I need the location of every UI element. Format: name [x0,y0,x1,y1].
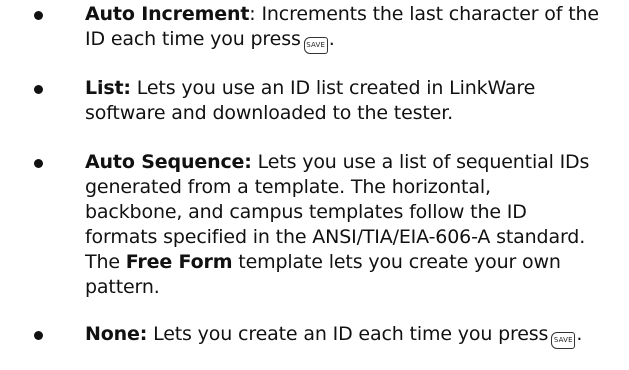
item-description: Lets you use a list of sequential IDs [251,151,590,173]
item-description: Lets you create an ID each time you pres… [147,323,549,345]
bullet-icon [34,85,43,94]
item-term-inline: Free Form [125,251,233,273]
save-key-icon: SAVE [303,37,328,54]
item-description: software and downloaded to the tester. [85,102,454,124]
save-key-icon: SAVE [551,332,576,349]
item-description: template lets you create your own [232,251,561,273]
item-term: Auto Sequence: [85,151,252,173]
item-term: Auto Increment [85,3,250,25]
item-description: formats specified in the ANSI/TIA/EIA-60… [85,226,586,248]
bullet-list: Auto Increment: Increments the last char… [0,0,629,370]
item-description: : Increments the last character of the [249,3,599,25]
item-text: None: Lets you create an ID each time yo… [85,322,629,349]
item-description: Lets you use an ID list created in LinkW… [130,77,536,99]
item-term: None: [85,323,148,345]
item-description: generated from a template. The horizonta… [85,176,491,198]
item-description: pattern. [85,276,160,298]
item-description: The [85,251,126,273]
bullet-icon [34,331,43,340]
item-punctuation: . [328,28,335,50]
bullet-icon [34,11,43,20]
item-description: ID each time you press [85,28,301,50]
item-term: List: [85,77,131,99]
item-description: backbone, and campus templates follow th… [85,201,527,223]
item-text: Auto Increment: Increments the last char… [85,2,629,54]
item-text: List: Lets you use an ID list created in… [85,76,629,126]
item-punctuation: . [576,323,583,345]
item-text: Auto Sequence: Lets you use a list of se… [85,150,629,300]
bullet-icon [34,159,43,168]
